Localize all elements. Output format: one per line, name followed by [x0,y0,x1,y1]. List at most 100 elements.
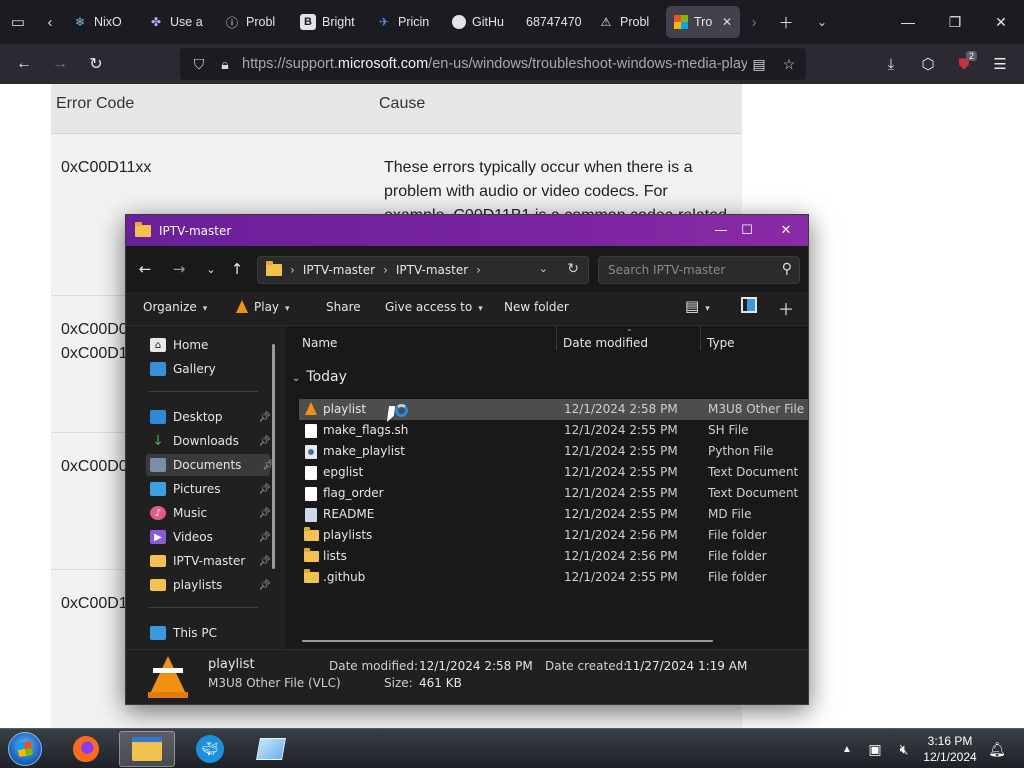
column-date-modified[interactable]: Date modified [563,336,648,350]
text-file-icon [305,466,317,480]
notifications-icon[interactable]: 🔔︎ [984,729,1010,768]
sidebar-item-this-pc[interactable]: This PC [150,622,266,644]
close-window-icon[interactable]: ✕ [767,215,805,246]
forward-icon[interactable]: → [164,253,194,285]
share-button[interactable]: Share [326,300,361,314]
refresh-icon[interactable]: ↻ [567,261,579,277]
explorer-title-bar[interactable]: IPTV-master — ☐ ✕ [126,215,808,246]
file-row-lists-folder[interactable]: lists 12/1/2024 2:56 PM File folder [299,546,808,567]
back-icon[interactable]: ← [130,253,160,285]
tab-pricing[interactable]: ✈ Pricin [368,6,444,38]
sidebar-item-playlists[interactable]: playlists 📌︎ [150,574,271,596]
preview-pane-icon[interactable] [741,297,757,313]
list-tabs-icon[interactable]: ⌄ [804,0,840,44]
text-file-icon [305,487,317,501]
tab-problem-2[interactable]: ⚠ Probl [590,6,666,38]
tab-68747470[interactable]: 68747470 [518,6,590,38]
close-tab-icon[interactable]: ✕ [722,15,732,29]
address-bar[interactable]: ⛉ 🔒︎ https://support.microsoft.com/en-us… [180,48,806,80]
taskbar-file-explorer[interactable] [119,731,175,767]
vlc-file-icon [305,402,317,415]
restore-icon[interactable]: ❐ [932,0,978,44]
show-hidden-icons-icon[interactable]: ▲ [838,729,856,768]
sidebar-item-gallery[interactable]: Gallery [150,358,266,380]
tab-bright[interactable]: B Bright [292,6,368,38]
file-row-make-playlist[interactable]: make_playlist 12/1/2024 2:55 PM Python F… [299,441,808,462]
start-button[interactable] [8,732,42,766]
url-text[interactable]: https://support.microsoft.com/en-us/wind… [242,56,747,72]
give-access-button[interactable]: Give access to ▾ [385,300,483,314]
sidebar-item-pictures[interactable]: Pictures 📌︎ [150,478,271,500]
sidebar-item-home[interactable]: ⌂ Home [150,334,266,356]
details-created-label: Date created: [545,659,628,673]
chevron-down-icon[interactable]: ⌄ [539,262,548,275]
explorer-address-box[interactable]: › IPTV-master › IPTV-master › ⌄ ↻ [257,256,589,284]
pin-icon: 📌︎ [258,579,271,591]
column-name[interactable]: Name [302,336,337,350]
volume-icon[interactable]: 🔇︎ [892,729,916,768]
up-icon[interactable]: ↑ [222,253,252,285]
tab-problem-1[interactable]: ⓘ Probl [216,6,292,38]
horizontal-scrollbar[interactable] [302,640,713,642]
taskbar-editor[interactable] [243,731,299,767]
breadcrumb-item[interactable]: IPTV-master [303,263,375,277]
sidebar-item-iptv-master[interactable]: IPTV-master 📌︎ [150,550,271,572]
file-row-readme[interactable]: README 12/1/2024 2:55 PM MD File [299,504,808,525]
column-separator[interactable] [556,326,557,350]
network-icon[interactable]: ▣ [862,729,888,768]
sidebar-item-downloads[interactable]: ↓ Downloads 📌︎ [150,430,271,452]
taskbar-docker[interactable]: 🐳︎ [182,731,238,767]
new-tab-icon[interactable]: ＋ [768,0,804,44]
minimize-icon[interactable]: — [885,0,931,44]
back-icon[interactable]: ← [6,44,42,84]
file-row-github-folder[interactable]: .github 12/1/2024 2:55 PM File folder [299,567,808,588]
view-list-icon[interactable]: ▤ ▾ [685,297,710,315]
tab-use-a[interactable]: ✤ Use a [140,6,216,38]
tab-scroll-left-icon[interactable]: ‹ [36,0,64,44]
shield-icon[interactable]: ⛉ [186,48,212,80]
chevron-right-icon[interactable]: › [383,263,388,277]
tab-troubleshoot-active[interactable]: Tro ✕ [666,6,741,38]
reader-view-icon[interactable]: ▤ [746,48,772,80]
sidebar-item-documents[interactable]: Documents 📌︎ [146,454,275,476]
tab-overview-icon[interactable]: ▭ [0,0,36,44]
file-row-playlists-folder[interactable]: playlists 12/1/2024 2:56 PM File folder [299,525,808,546]
sidebar-item-videos[interactable]: ▶ Videos 📌︎ [150,526,271,548]
column-type[interactable]: Type [707,336,735,350]
organize-button[interactable]: Organize ▾ [143,300,207,314]
sidebar-item-desktop[interactable]: Desktop 📌︎ [150,406,271,428]
bookmark-star-icon[interactable]: ☆ [776,48,802,80]
maximize-icon[interactable]: ☐ [728,215,766,246]
play-button[interactable]: Play ▾ [236,300,290,314]
lock-icon[interactable]: 🔒︎ [212,48,238,80]
forward-icon[interactable]: → [42,44,78,84]
file-row-make-flags[interactable]: make_flags.sh 12/1/2024 2:55 PM SH File [299,420,808,441]
file-row-playlist[interactable]: playlist 12/1/2024 2:58 PM M3U8 Other Fi… [299,399,808,422]
chevron-right-icon[interactable]: › [476,263,481,277]
file-row-epglist[interactable]: epglist 12/1/2024 2:55 PM Text Document [299,462,808,483]
breadcrumb-item[interactable]: IPTV-master [396,263,468,277]
sidebar-scrollbar[interactable] [272,344,275,569]
tab-github[interactable]: GitHu [444,6,518,38]
column-separator[interactable] [700,326,701,350]
menu-icon[interactable]: ☰ [982,44,1018,84]
group-header-today[interactable]: ⌄ Today [292,369,347,385]
file-row-flag-order[interactable]: flag_order 12/1/2024 2:55 PM Text Docume… [299,483,808,504]
documents-icon [150,458,166,472]
downloads-icon[interactable]: ⤓ [873,44,909,84]
add-icon[interactable]: ＋ [778,296,794,320]
sort-caret-icon: ⌃ [626,328,633,337]
tab-nixos[interactable]: ❄ NixO [64,6,140,38]
folder-icon [304,527,319,541]
taskbar-firefox[interactable] [58,731,114,767]
close-window-icon[interactable]: ✕ [978,0,1024,44]
search-input[interactable]: Search IPTV-master ⚲ [598,256,800,284]
reload-icon[interactable]: ↻ [78,44,114,84]
ublock-icon[interactable]: ⛊ 2 [946,44,982,84]
tab-scroll-right-icon[interactable]: › [740,0,768,44]
taskbar-clock[interactable]: 3:16 PM 12/1/2024 [916,733,984,765]
sidebar-item-music[interactable]: ♪ Music 📌︎ [150,502,271,524]
new-folder-button[interactable]: New folder [504,300,569,314]
b-icon: B [300,14,316,30]
extensions-icon[interactable]: ⬡ [910,44,946,84]
